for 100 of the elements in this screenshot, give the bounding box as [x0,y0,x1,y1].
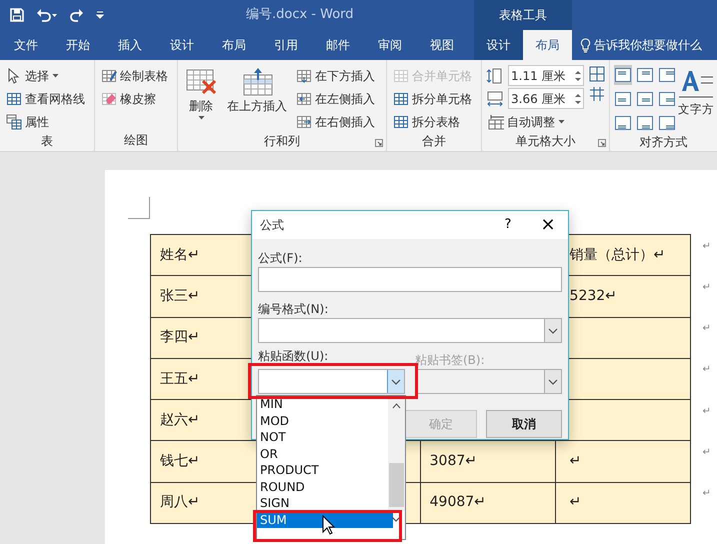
ribbon-button[interactable]: 选择 [4,65,87,86]
table-arrow-icon [296,68,312,84]
ribbon-button[interactable]: 删除 [182,65,220,132]
ribbon-button[interactable]: 拆分表格 [391,111,474,132]
distribute-rows-icon [588,65,606,83]
ribbon-button[interactable]: 在左侧插入 [294,88,377,109]
dialog-launcher-icon[interactable] [375,139,383,147]
ribbon-tab[interactable]: 设计 [156,30,208,60]
ribbon-tab[interactable]: 视图 [416,30,468,60]
ribbon-button[interactable]: 文字方 [678,65,714,133]
group-label: 单元格大小 [516,133,576,150]
align-button[interactable] [658,89,676,109]
redo-icon [70,8,84,22]
tell-me-search[interactable]: 告诉我你想要做什么 [594,36,702,54]
align-button[interactable] [658,65,676,85]
align-button[interactable] [614,89,632,109]
align-button[interactable] [636,113,654,133]
row-end-mark: ↵ [690,400,717,441]
distribute-columns-icon [588,85,606,103]
eraser-icon [101,90,117,106]
close-button[interactable]: × [528,216,568,234]
align-icon [637,116,653,130]
ribbon-tab[interactable]: 插入 [104,30,156,60]
size-spinner[interactable]: 3.66 厘米 [508,88,584,109]
ribbon-button[interactable]: 橡皮擦 [99,88,170,109]
ribbon-button[interactable]: 查看网格线 [4,88,87,109]
mouse-pointer-icon [322,515,335,535]
group-label: 合并 [422,133,446,150]
group-label: 表 [41,133,53,150]
ribbon-tab[interactable]: 邮件 [312,30,364,60]
ribbon-button[interactable]: 绘制表格 [99,65,170,86]
formula-field[interactable] [258,267,562,292]
table-pencil-icon [101,68,117,84]
save-icon [10,8,24,22]
dialog-launcher-icon[interactable] [598,139,606,147]
table-arrow-icon [296,90,312,106]
table-arrow-icon [296,114,312,130]
table-icon [393,90,409,106]
align-icon [659,116,675,130]
lightbulb-icon [580,38,591,52]
align-icon [637,92,653,106]
ribbon-tab[interactable]: 引用 [260,30,312,60]
customize-icon [96,11,104,19]
row-height-icon [486,68,504,84]
margin-mark-icon [128,197,150,219]
undo-icon [36,8,58,22]
ribbon-button[interactable]: 在下方插入 [294,65,377,86]
help-button[interactable]: ? [488,215,528,235]
ribbon-button[interactable]: 在上方插入 [224,65,290,132]
dialog-title: 公式 [260,217,284,234]
table-x-icon [185,67,217,97]
row-end-mark: ↵ [690,482,717,524]
row-end-mark: ↵ [690,276,717,318]
table-icon [393,68,409,84]
ribbon-tab[interactable]: 文件 [0,30,52,60]
scrollbar-thumb[interactable] [389,463,404,507]
column-width-icon [486,90,504,106]
chevron-icon [391,516,401,522]
field-label: 粘贴书签(B): [415,352,486,367]
row-end-mark: ↵ [690,234,717,276]
autofit-icon [488,114,504,130]
ribbon-button[interactable]: 在右侧插入 [294,111,377,132]
align-icon [615,92,631,106]
table-cell: ↵ [555,482,690,524]
align-button[interactable] [636,89,654,109]
ribbon-button[interactable]: 属性 [4,111,87,132]
size-spinner[interactable]: 1.11 厘米 [508,65,584,86]
cursor-icon [6,68,22,84]
align-button[interactable] [614,113,632,133]
align-icon [637,68,653,82]
group-label: 对齐方式 [640,134,688,151]
ribbon-tab[interactable]: 开始 [52,30,104,60]
table-cell: 3087↵ [420,440,556,482]
context-title: 表格工具 [474,0,572,30]
align-button[interactable] [636,65,654,85]
ribbon-button[interactable]: 自动调整 [486,111,584,132]
ribbon-button[interactable]: 拆分单元格 [391,88,474,109]
spin-arrows-icon [575,92,581,104]
ribbon-tab[interactable]: 布局 [208,30,260,60]
table-icon [6,114,22,130]
group-label: 行和列 [264,133,300,150]
align-icon [615,116,631,130]
group-label: 绘图 [124,132,148,149]
chevron-icon [548,378,558,384]
ribbon-tab[interactable]: 审阅 [364,30,416,60]
row-end-mark: ↵ [690,440,717,482]
table-arrow-icon [241,67,273,97]
table-icon [393,114,409,130]
chevron-icon [548,328,558,334]
dialog-button[interactable]: 取消 [486,410,562,438]
ribbon-tab[interactable]: 布局 [523,30,572,60]
align-icon [659,68,675,82]
table-cell: ↵ [555,440,690,482]
scroll-up-icon [392,402,401,409]
ribbon-tab[interactable]: 设计 [474,30,523,60]
row-end-mark: ↵ [690,317,717,358]
align-button[interactable] [614,65,632,85]
scrollbar[interactable] [388,396,405,511]
chevron-icon [391,378,401,384]
align-button[interactable] [658,113,676,133]
